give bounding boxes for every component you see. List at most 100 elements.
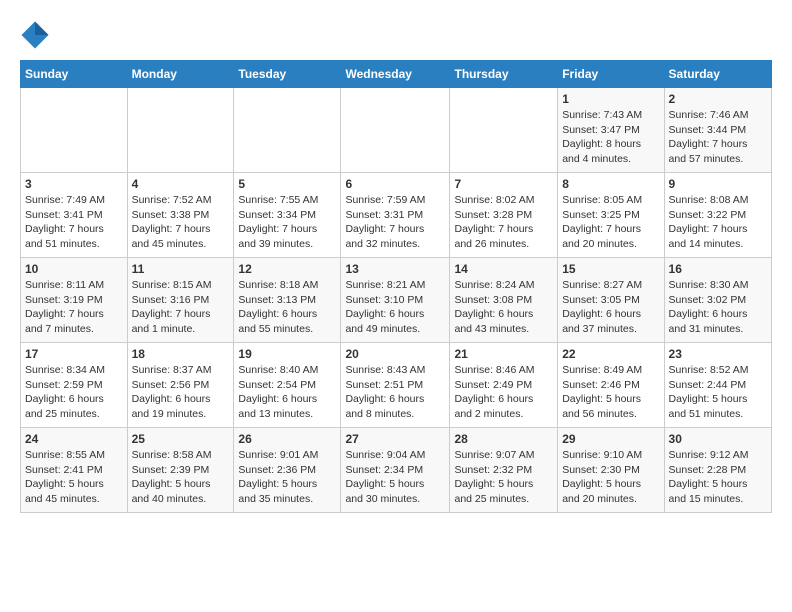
calendar-cell: 19 Sunrise: 8:40 AM Sunset: 2:54 PM Dayli… <box>234 343 341 428</box>
day-info: Sunrise: 8:40 AM Sunset: 2:54 PM Dayligh… <box>238 363 336 422</box>
day-number: 5 <box>238 177 336 191</box>
calendar-cell: 6 Sunrise: 7:59 AM Sunset: 3:31 PM Daylig… <box>341 173 450 258</box>
day-header-tuesday: Tuesday <box>234 61 341 88</box>
calendar-cell: 16 Sunrise: 8:30 AM Sunset: 3:02 PM Dayli… <box>664 258 771 343</box>
day-number: 22 <box>562 347 659 361</box>
day-header-friday: Friday <box>558 61 664 88</box>
day-info: Sunrise: 8:15 AM Sunset: 3:16 PM Dayligh… <box>132 278 230 337</box>
day-header-thursday: Thursday <box>450 61 558 88</box>
day-number: 8 <box>562 177 659 191</box>
day-info: Sunrise: 7:52 AM Sunset: 3:38 PM Dayligh… <box>132 193 230 252</box>
calendar-cell: 11 Sunrise: 8:15 AM Sunset: 3:16 PM Dayli… <box>127 258 234 343</box>
day-info: Sunrise: 7:49 AM Sunset: 3:41 PM Dayligh… <box>25 193 123 252</box>
day-header-wednesday: Wednesday <box>341 61 450 88</box>
day-header-row: SundayMondayTuesdayWednesdayThursdayFrid… <box>21 61 772 88</box>
day-number: 4 <box>132 177 230 191</box>
day-info: Sunrise: 8:05 AM Sunset: 3:25 PM Dayligh… <box>562 193 659 252</box>
calendar-cell: 15 Sunrise: 8:27 AM Sunset: 3:05 PM Dayli… <box>558 258 664 343</box>
calendar-cell: 21 Sunrise: 8:46 AM Sunset: 2:49 PM Dayli… <box>450 343 558 428</box>
day-info: Sunrise: 8:27 AM Sunset: 3:05 PM Dayligh… <box>562 278 659 337</box>
week-row-5: 24 Sunrise: 8:55 AM Sunset: 2:41 PM Dayli… <box>21 428 772 513</box>
calendar-cell: 1 Sunrise: 7:43 AM Sunset: 3:47 PM Daylig… <box>558 88 664 173</box>
day-info: Sunrise: 8:58 AM Sunset: 2:39 PM Dayligh… <box>132 448 230 507</box>
day-number: 16 <box>669 262 767 276</box>
week-row-3: 10 Sunrise: 8:11 AM Sunset: 3:19 PM Dayli… <box>21 258 772 343</box>
day-number: 24 <box>25 432 123 446</box>
calendar-cell: 8 Sunrise: 8:05 AM Sunset: 3:25 PM Daylig… <box>558 173 664 258</box>
day-info: Sunrise: 9:01 AM Sunset: 2:36 PM Dayligh… <box>238 448 336 507</box>
calendar-cell: 10 Sunrise: 8:11 AM Sunset: 3:19 PM Dayli… <box>21 258 128 343</box>
day-info: Sunrise: 7:43 AM Sunset: 3:47 PM Dayligh… <box>562 108 659 167</box>
day-info: Sunrise: 8:55 AM Sunset: 2:41 PM Dayligh… <box>25 448 123 507</box>
week-row-2: 3 Sunrise: 7:49 AM Sunset: 3:41 PM Daylig… <box>21 173 772 258</box>
day-info: Sunrise: 8:11 AM Sunset: 3:19 PM Dayligh… <box>25 278 123 337</box>
day-number: 3 <box>25 177 123 191</box>
calendar-cell: 26 Sunrise: 9:01 AM Sunset: 2:36 PM Dayli… <box>234 428 341 513</box>
day-number: 28 <box>454 432 553 446</box>
day-number: 19 <box>238 347 336 361</box>
day-number: 15 <box>562 262 659 276</box>
day-number: 9 <box>669 177 767 191</box>
day-header-monday: Monday <box>127 61 234 88</box>
day-number: 13 <box>345 262 445 276</box>
day-number: 10 <box>25 262 123 276</box>
day-number: 29 <box>562 432 659 446</box>
calendar-cell: 9 Sunrise: 8:08 AM Sunset: 3:22 PM Daylig… <box>664 173 771 258</box>
day-number: 27 <box>345 432 445 446</box>
calendar-cell: 25 Sunrise: 8:58 AM Sunset: 2:39 PM Dayli… <box>127 428 234 513</box>
page-header <box>20 20 772 50</box>
day-info: Sunrise: 9:12 AM Sunset: 2:28 PM Dayligh… <box>669 448 767 507</box>
week-row-4: 17Sunrise: 8:34 AM Sunset: 2:59 PM Dayli… <box>21 343 772 428</box>
day-header-saturday: Saturday <box>664 61 771 88</box>
calendar-cell: 23Sunrise: 8:52 AM Sunset: 2:44 PM Dayli… <box>664 343 771 428</box>
calendar-cell: 28 Sunrise: 9:07 AM Sunset: 2:32 PM Dayli… <box>450 428 558 513</box>
calendar-cell: 22 Sunrise: 8:49 AM Sunset: 2:46 PM Dayli… <box>558 343 664 428</box>
calendar-cell: 30Sunrise: 9:12 AM Sunset: 2:28 PM Dayli… <box>664 428 771 513</box>
calendar-cell: 12 Sunrise: 8:18 AM Sunset: 3:13 PM Dayli… <box>234 258 341 343</box>
day-info: Sunrise: 8:18 AM Sunset: 3:13 PM Dayligh… <box>238 278 336 337</box>
calendar-cell <box>450 88 558 173</box>
day-number: 20 <box>345 347 445 361</box>
day-number: 7 <box>454 177 553 191</box>
calendar-cell: 24 Sunrise: 8:55 AM Sunset: 2:41 PM Dayli… <box>21 428 128 513</box>
calendar-cell: 27Sunrise: 9:04 AM Sunset: 2:34 PM Dayli… <box>341 428 450 513</box>
day-number: 14 <box>454 262 553 276</box>
calendar-cell: 7 Sunrise: 8:02 AM Sunset: 3:28 PM Daylig… <box>450 173 558 258</box>
day-info: Sunrise: 8:46 AM Sunset: 2:49 PM Dayligh… <box>454 363 553 422</box>
calendar-cell <box>21 88 128 173</box>
calendar-table: SundayMondayTuesdayWednesdayThursdayFrid… <box>20 60 772 513</box>
week-row-1: 1 Sunrise: 7:43 AM Sunset: 3:47 PM Daylig… <box>21 88 772 173</box>
day-info: Sunrise: 7:46 AM Sunset: 3:44 PM Dayligh… <box>669 108 767 167</box>
day-number: 17 <box>25 347 123 361</box>
day-number: 26 <box>238 432 336 446</box>
day-number: 1 <box>562 92 659 106</box>
day-number: 12 <box>238 262 336 276</box>
day-number: 21 <box>454 347 553 361</box>
day-info: Sunrise: 9:07 AM Sunset: 2:32 PM Dayligh… <box>454 448 553 507</box>
day-number: 6 <box>345 177 445 191</box>
day-info: Sunrise: 8:08 AM Sunset: 3:22 PM Dayligh… <box>669 193 767 252</box>
calendar-cell: 17Sunrise: 8:34 AM Sunset: 2:59 PM Dayli… <box>21 343 128 428</box>
day-info: Sunrise: 8:37 AM Sunset: 2:56 PM Dayligh… <box>132 363 230 422</box>
calendar-cell: 13Sunrise: 8:21 AM Sunset: 3:10 PM Dayli… <box>341 258 450 343</box>
calendar-cell: 5Sunrise: 7:55 AM Sunset: 3:34 PM Daylig… <box>234 173 341 258</box>
day-number: 25 <box>132 432 230 446</box>
day-info: Sunrise: 8:43 AM Sunset: 2:51 PM Dayligh… <box>345 363 445 422</box>
calendar-cell: 3 Sunrise: 7:49 AM Sunset: 3:41 PM Daylig… <box>21 173 128 258</box>
calendar-cell: 18Sunrise: 8:37 AM Sunset: 2:56 PM Dayli… <box>127 343 234 428</box>
calendar-cell <box>127 88 234 173</box>
day-number: 11 <box>132 262 230 276</box>
calendar-cell <box>234 88 341 173</box>
calendar-cell: 29 Sunrise: 9:10 AM Sunset: 2:30 PM Dayli… <box>558 428 664 513</box>
day-info: Sunrise: 8:30 AM Sunset: 3:02 PM Dayligh… <box>669 278 767 337</box>
day-header-sunday: Sunday <box>21 61 128 88</box>
calendar-cell: 20 Sunrise: 8:43 AM Sunset: 2:51 PM Dayli… <box>341 343 450 428</box>
day-number: 23 <box>669 347 767 361</box>
day-info: Sunrise: 8:02 AM Sunset: 3:28 PM Dayligh… <box>454 193 553 252</box>
day-info: Sunrise: 9:10 AM Sunset: 2:30 PM Dayligh… <box>562 448 659 507</box>
calendar-cell: 2Sunrise: 7:46 AM Sunset: 3:44 PM Daylig… <box>664 88 771 173</box>
calendar-cell <box>341 88 450 173</box>
day-info: Sunrise: 8:49 AM Sunset: 2:46 PM Dayligh… <box>562 363 659 422</box>
logo-icon <box>20 20 50 50</box>
day-info: Sunrise: 7:59 AM Sunset: 3:31 PM Dayligh… <box>345 193 445 252</box>
